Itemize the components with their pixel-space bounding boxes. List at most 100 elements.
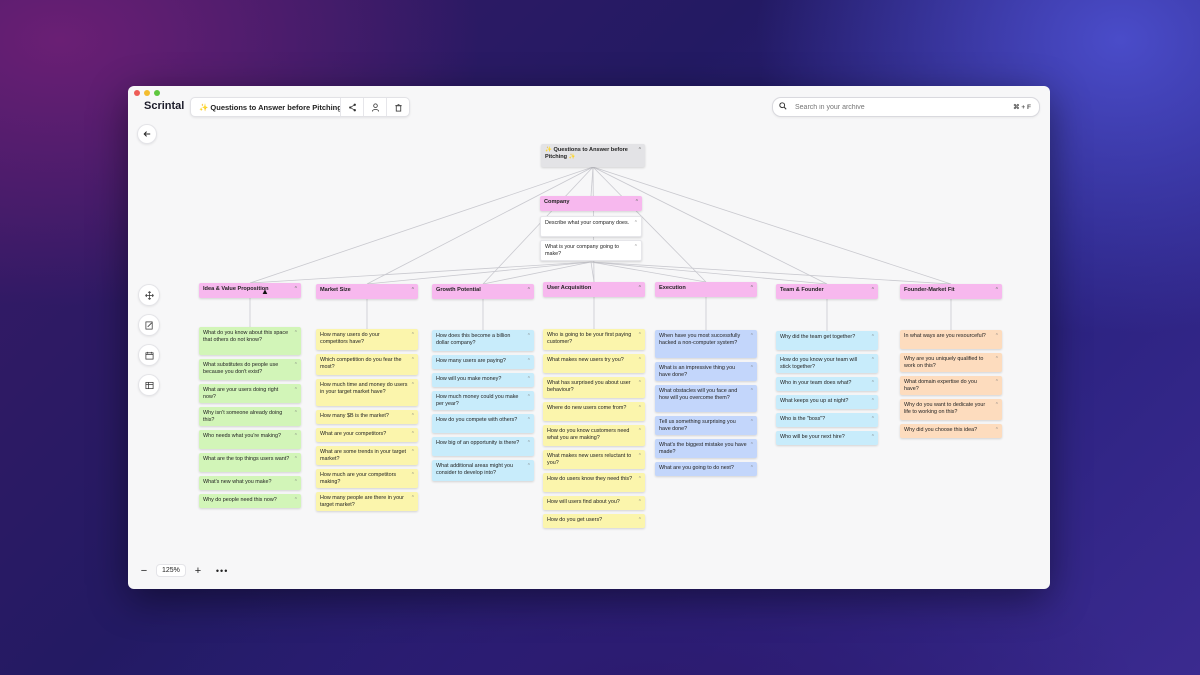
expand-icon[interactable]: ⌃ <box>527 463 531 470</box>
question-card[interactable]: What are you going to do next? ⌃ <box>655 462 757 476</box>
expand-icon[interactable]: ⌃ <box>411 413 415 420</box>
expand-icon[interactable]: ⌃ <box>995 287 999 294</box>
expand-icon[interactable]: ⌃ <box>995 356 999 363</box>
expand-icon[interactable]: ⌃ <box>638 285 642 292</box>
question-card[interactable]: Why do people need this now? ⌃ <box>199 494 301 508</box>
company-item-card[interactable]: What is your company going to make? ⌃ <box>540 240 642 261</box>
expand-icon[interactable]: ⌃ <box>750 388 754 395</box>
expand-icon[interactable]: ⌃ <box>411 382 415 389</box>
expand-icon[interactable]: ⌃ <box>527 440 531 447</box>
question-card[interactable]: What are your users doing right now? ⌃ <box>199 384 301 403</box>
question-card[interactable]: Which competition do you fear the most? ⌃ <box>316 354 418 375</box>
expand-icon[interactable]: ⌃ <box>411 332 415 339</box>
question-card[interactable]: Why do you want to dedicate your life to… <box>900 399 1002 420</box>
question-card[interactable]: How much money could you make per year? ⌃ <box>432 391 534 410</box>
expand-icon[interactable]: ⌃ <box>871 334 875 341</box>
question-card[interactable]: Why did the team get together? ⌃ <box>776 331 878 350</box>
expand-icon[interactable]: ⌃ <box>635 199 639 206</box>
question-card[interactable]: Tell us something surprising you have do… <box>655 416 757 435</box>
expand-icon[interactable]: ⌃ <box>638 405 642 412</box>
expand-icon[interactable]: ⌃ <box>527 417 531 424</box>
question-card[interactable]: What obstacles will you face and how wil… <box>655 385 757 412</box>
expand-icon[interactable]: ⌃ <box>750 465 754 472</box>
expand-icon[interactable]: ⌃ <box>871 287 875 294</box>
expand-icon[interactable]: ⌃ <box>638 476 642 483</box>
question-card[interactable]: What keeps you up at night? ⌃ <box>776 395 878 409</box>
question-card[interactable]: Who is the "boss"? ⌃ <box>776 413 878 427</box>
question-card[interactable]: Who is going to be your first paying cus… <box>543 329 645 350</box>
question-card[interactable]: Who in your team does what? ⌃ <box>776 377 878 391</box>
question-card[interactable]: What's the biggest mistake you have made… <box>655 439 757 458</box>
question-card[interactable]: What domain expertise do you have? ⌃ <box>900 376 1002 395</box>
question-card[interactable]: How many $B is the market? ⌃ <box>316 410 418 424</box>
question-card[interactable]: Why are you uniquely qualified to work o… <box>900 353 1002 372</box>
expand-icon[interactable]: ⌃ <box>294 286 298 293</box>
question-card[interactable]: How big of an opportunity is there? ⌃ <box>432 437 534 456</box>
expand-icon[interactable]: ⌃ <box>638 147 642 154</box>
question-card[interactable]: How much time and money do users in your… <box>316 379 418 406</box>
expand-icon[interactable]: ⌃ <box>871 380 875 387</box>
expand-icon[interactable]: ⌃ <box>294 410 298 417</box>
expand-icon[interactable]: ⌃ <box>638 517 642 524</box>
expand-icon[interactable]: ⌃ <box>294 387 298 394</box>
expand-icon[interactable]: ⌃ <box>871 434 875 441</box>
expand-icon[interactable]: ⌃ <box>294 479 298 486</box>
question-card[interactable]: How does this become a billion dollar co… <box>432 330 534 351</box>
expand-icon[interactable]: ⌃ <box>638 357 642 364</box>
question-card[interactable]: Who will be your next hire? ⌃ <box>776 431 878 445</box>
company-header-card[interactable]: Company ⌃ <box>540 196 642 211</box>
expand-icon[interactable]: ⌃ <box>638 499 642 506</box>
column-header-card[interactable]: Founder-Market Fit ⌃ <box>900 284 1002 299</box>
question-card[interactable]: What additional areas might you consider… <box>432 460 534 481</box>
question-card[interactable]: Why did you choose this idea? ⌃ <box>900 424 1002 438</box>
root-card[interactable]: ✨ Questions to Answer before Pitching ✨ ⌃ <box>541 144 645 167</box>
question-card[interactable]: How do you get users? ⌃ <box>543 514 645 528</box>
column-header-card[interactable]: Idea & Value Proposition ⌃ <box>199 283 301 298</box>
expand-icon[interactable]: ⌃ <box>527 358 531 365</box>
expand-icon[interactable]: ⌃ <box>638 428 642 435</box>
question-card[interactable]: How will users find about you? ⌃ <box>543 496 645 510</box>
expand-icon[interactable]: ⌃ <box>527 287 531 294</box>
column-header-card[interactable]: User Acquisition ⌃ <box>543 282 645 297</box>
question-card[interactable]: Who needs what you're making? ⌃ <box>199 430 301 449</box>
question-card[interactable]: Why isn't someone already doing this? ⌃ <box>199 407 301 426</box>
expand-icon[interactable]: ⌃ <box>750 285 754 292</box>
expand-icon[interactable]: ⌃ <box>527 376 531 383</box>
question-card[interactable]: What substitutes do people use because y… <box>199 359 301 380</box>
expand-icon[interactable]: ⌃ <box>294 433 298 440</box>
expand-icon[interactable]: ⌃ <box>638 380 642 387</box>
expand-icon[interactable]: ⌃ <box>411 357 415 364</box>
expand-icon[interactable]: ⌃ <box>527 394 531 401</box>
question-card[interactable]: What are your competitors? ⌃ <box>316 428 418 442</box>
question-card[interactable]: How much are your competitors making? ⌃ <box>316 469 418 488</box>
expand-icon[interactable]: ⌃ <box>634 220 638 227</box>
expand-icon[interactable]: ⌃ <box>411 495 415 502</box>
question-card[interactable]: How many users are paying? ⌃ <box>432 355 534 369</box>
column-header-card[interactable]: Market Size ⌃ <box>316 284 418 299</box>
question-card[interactable]: What makes new users reluctant to you? ⌃ <box>543 450 645 469</box>
question-card[interactable]: Where do new users come from? ⌃ <box>543 402 645 421</box>
question-card[interactable]: How do you know customers need what you … <box>543 425 645 446</box>
expand-icon[interactable]: ⌃ <box>871 398 875 405</box>
question-card[interactable]: When have you most successfully hacked a… <box>655 330 757 358</box>
expand-icon[interactable]: ⌃ <box>995 379 999 386</box>
expand-icon[interactable]: ⌃ <box>411 431 415 438</box>
question-card[interactable]: What is an impressive thing you have don… <box>655 362 757 381</box>
expand-icon[interactable]: ⌃ <box>750 419 754 426</box>
expand-icon[interactable]: ⌃ <box>995 427 999 434</box>
question-card[interactable]: How will you make money? ⌃ <box>432 373 534 387</box>
question-card[interactable]: How do users know they need this? ⌃ <box>543 473 645 492</box>
question-card[interactable]: What makes new users try you? ⌃ <box>543 354 645 373</box>
company-item-card[interactable]: Describe what your company does. ⌃ <box>540 216 642 237</box>
expand-icon[interactable]: ⌃ <box>995 333 999 340</box>
expand-icon[interactable]: ⌃ <box>294 456 298 463</box>
expand-icon[interactable]: ⌃ <box>527 333 531 340</box>
question-card[interactable]: In what ways are you resourceful? ⌃ <box>900 330 1002 349</box>
question-card[interactable]: What do you know about this space that o… <box>199 327 301 355</box>
expand-icon[interactable]: ⌃ <box>750 442 754 449</box>
question-card[interactable]: What are some trends in your target mark… <box>316 446 418 465</box>
column-header-card[interactable]: Execution ⌃ <box>655 282 757 297</box>
expand-icon[interactable]: ⌃ <box>871 416 875 423</box>
question-card[interactable]: What's new what you make? ⌃ <box>199 476 301 490</box>
expand-icon[interactable]: ⌃ <box>638 332 642 339</box>
